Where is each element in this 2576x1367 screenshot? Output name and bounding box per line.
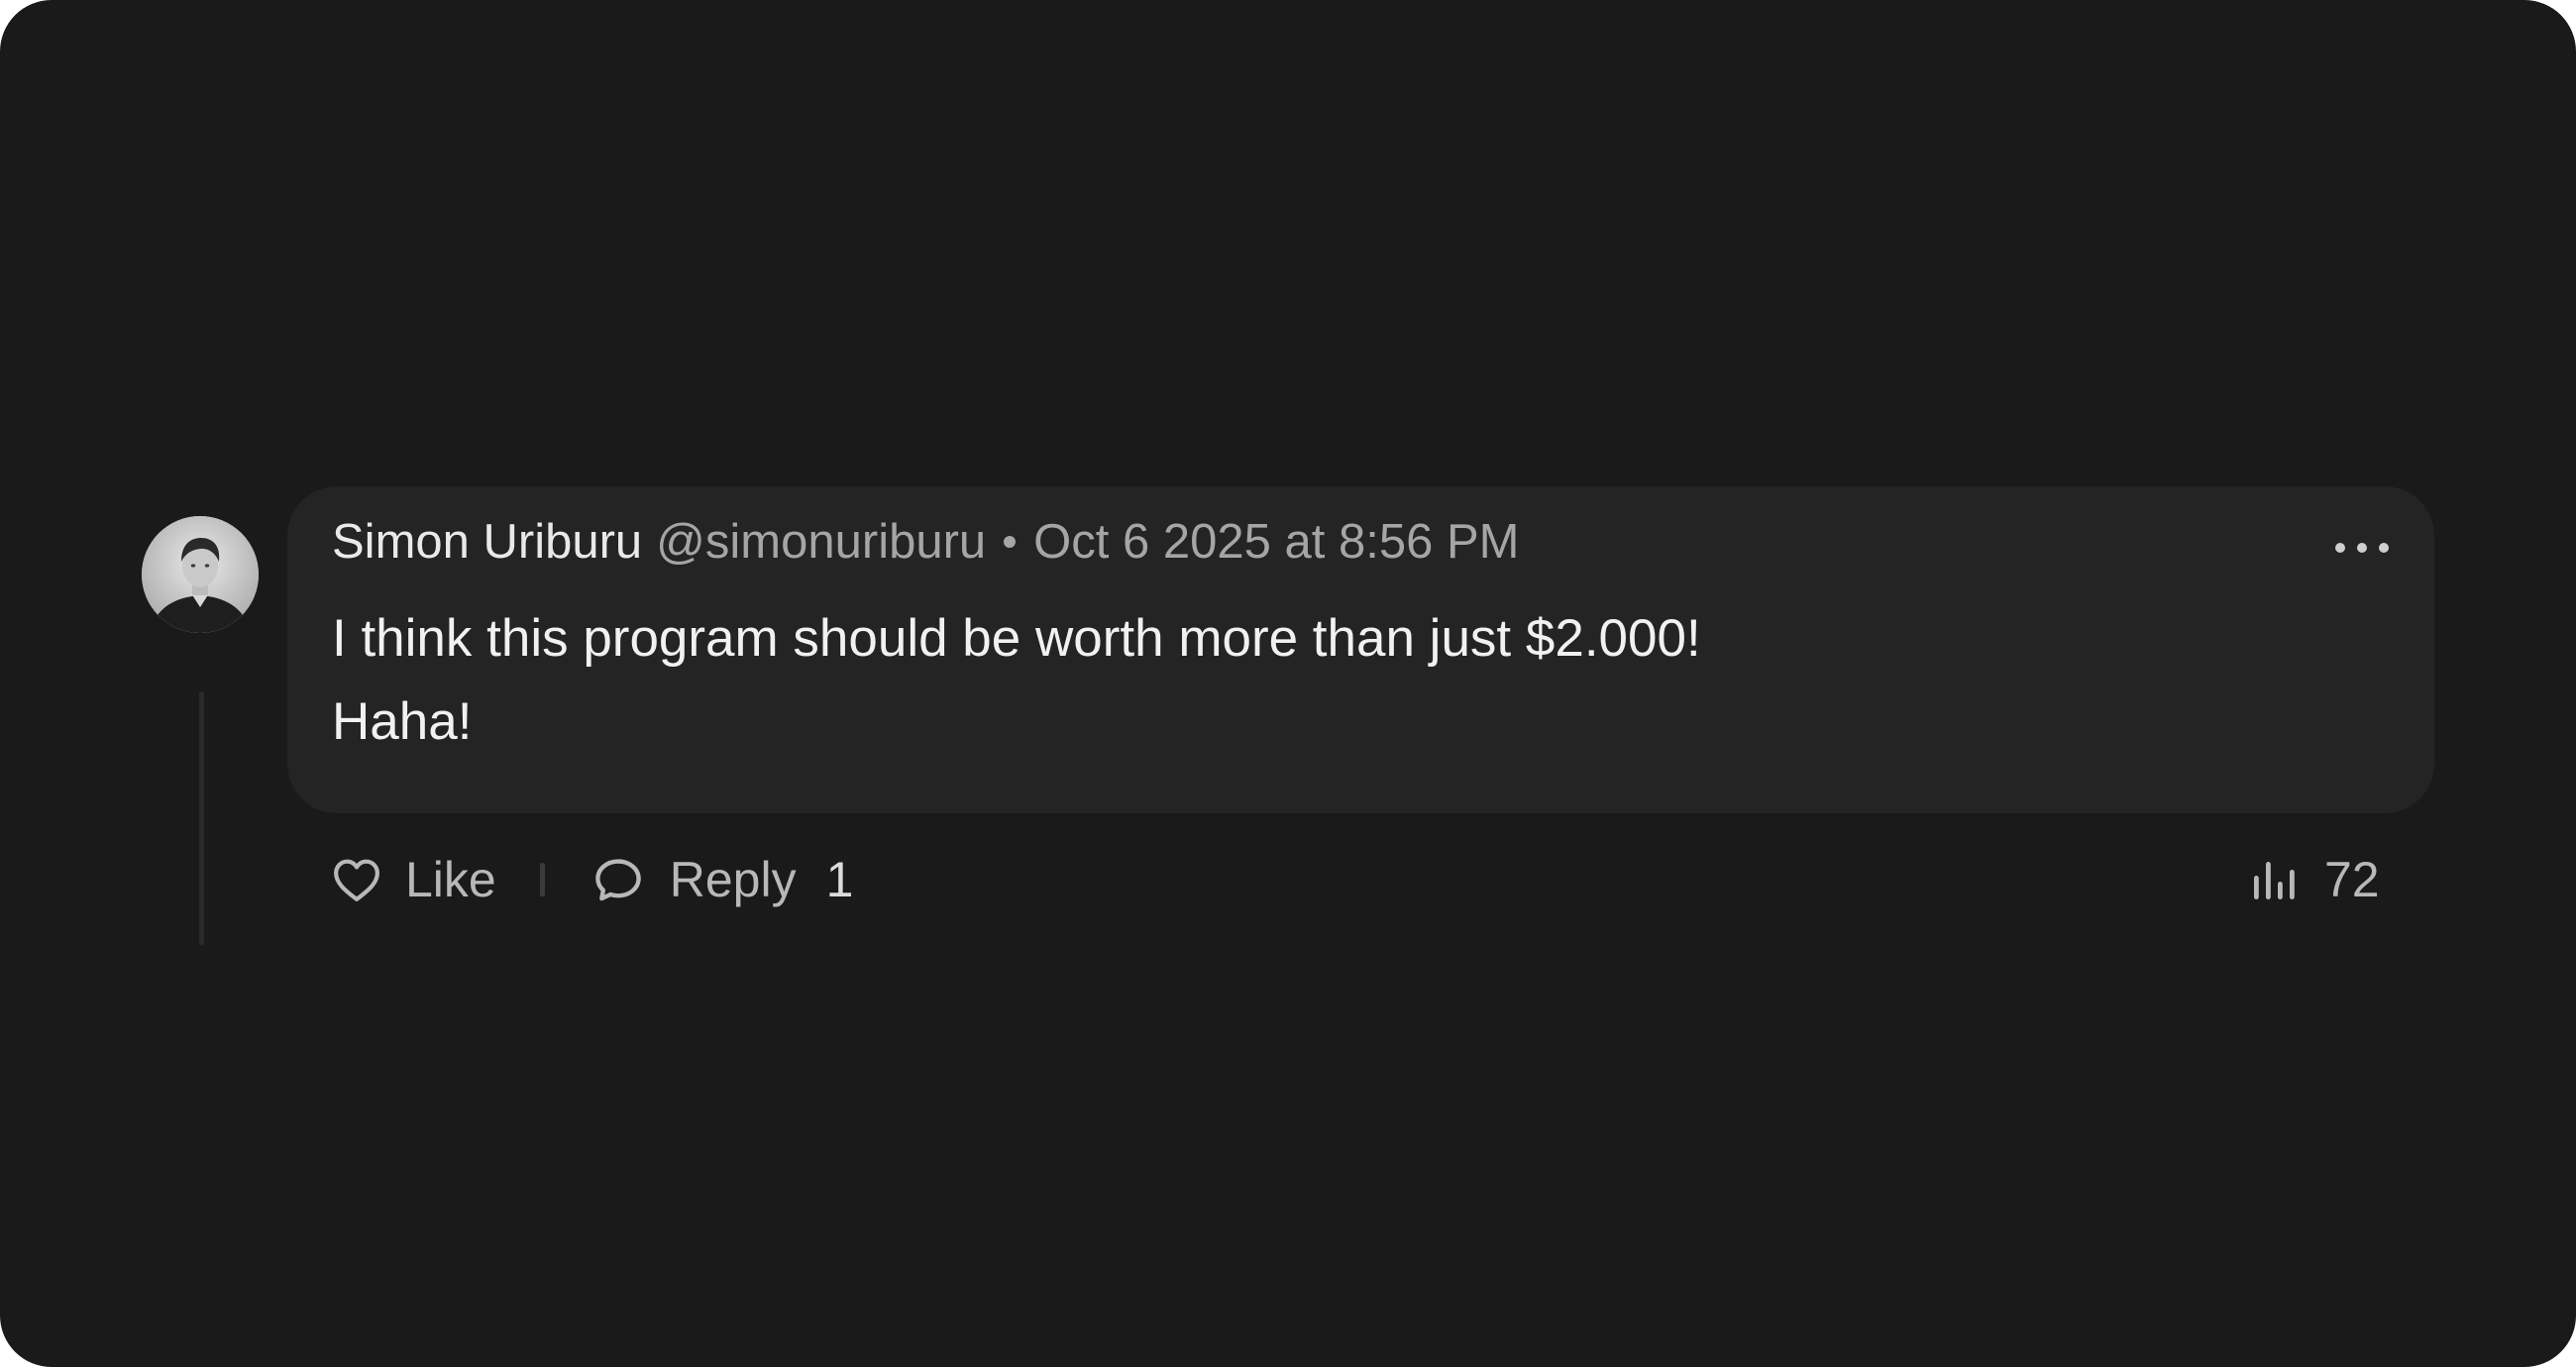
views-count: 72 [2324, 852, 2380, 907]
views-stat: 72 [2249, 850, 2380, 909]
author-name[interactable]: Simon Uriburu [332, 514, 642, 570]
comment-meta: Simon Uriburu @simonuriburu Oct 6 2025 a… [332, 514, 1520, 570]
user-avatar-image [142, 516, 259, 633]
more-dot [2379, 543, 2389, 553]
comment-line: Haha! [332, 692, 473, 751]
author-handle[interactable]: @simonuriburu [656, 514, 986, 570]
like-button[interactable]: Like [332, 851, 496, 908]
separator-dot [1004, 536, 1017, 548]
reply-button[interactable]: Reply 1 [592, 851, 854, 908]
thread-line [199, 691, 204, 945]
reply-label: Reply [669, 852, 797, 907]
reply-count: 1 [825, 852, 854, 907]
comment-card: Simon Uriburu @simonuriburu Oct 6 2025 a… [0, 0, 2576, 1367]
like-label: Like [405, 852, 496, 907]
heart-icon [334, 859, 379, 901]
chat-bubble-icon [594, 859, 641, 901]
timestamp: Oct 6 2025 at 8:56 PM [1033, 515, 1520, 569]
comment-body: I think this program should be worth mor… [332, 597, 2375, 764]
avatar[interactable] [142, 516, 259, 633]
more-dot [2335, 543, 2345, 553]
more-options-icon[interactable] [2335, 538, 2389, 558]
comment-line: I think this program should be worth mor… [332, 609, 1701, 668]
more-dot [2357, 543, 2367, 553]
comment-bubble: Simon Uriburu @simonuriburu Oct 6 2025 a… [287, 486, 2434, 813]
action-divider [539, 863, 545, 896]
bar-chart-icon [2254, 862, 2295, 899]
comment-actions: Like Reply 1 [332, 850, 853, 909]
